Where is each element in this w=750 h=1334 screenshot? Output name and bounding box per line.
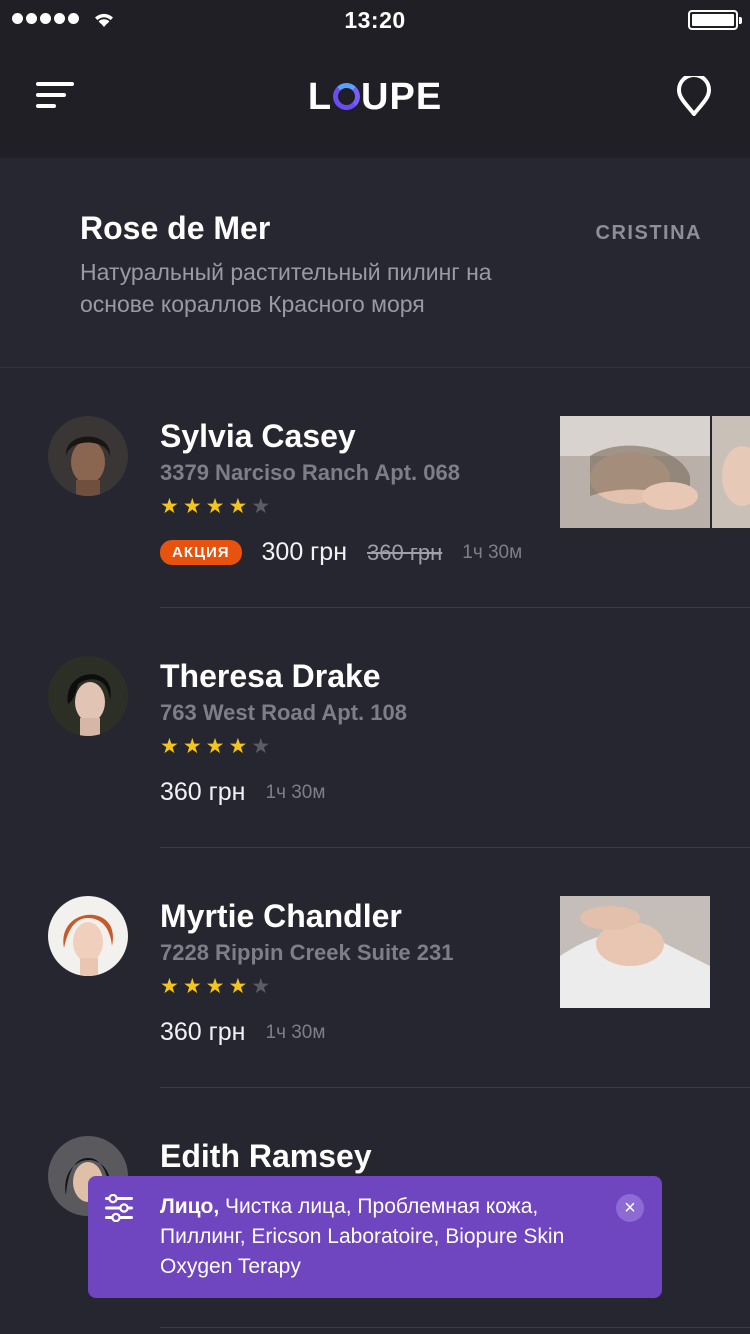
duration: 1ч 30м [462, 541, 523, 563]
service-photo[interactable] [560, 896, 710, 1008]
service-title: Rose de Mer [80, 210, 271, 246]
list-item[interactable]: Sylvia Casey 3379 Narciso Ranch Apt. 068… [0, 368, 750, 608]
battery-icon [688, 10, 742, 30]
price-row: 360 грн 1ч 30м [160, 778, 325, 807]
specialist-name: Theresa Drake [160, 658, 381, 694]
specialist-name: Edith Ramsey [160, 1138, 372, 1174]
filter-toast[interactable]: Лицо, Чистка лица, Проблемная кожа, Пилл… [88, 1176, 662, 1298]
avatar [48, 416, 128, 496]
filter-summary: Лицо, Чистка лица, Проблемная кожа, Пилл… [160, 1195, 565, 1278]
avatar [48, 896, 128, 976]
service-description: Натуральный растительный пилинг на основ… [80, 259, 492, 317]
list-item[interactable]: Myrtie Chandler 7228 Rippin Creek Suite … [0, 848, 750, 1088]
specialist-address: 3379 Narciso Ranch Apt. 068 [160, 460, 460, 485]
old-price: 360 грн [367, 539, 443, 565]
filter-icon[interactable] [104, 1194, 134, 1222]
price: 360 грн [160, 1018, 246, 1046]
rating-stars: ★★★★★ [160, 735, 275, 758]
rating-stars: ★★★★★ [160, 975, 275, 998]
price: 300 грн [261, 538, 348, 566]
specialist-address: 7228 Rippin Creek Suite 231 [160, 940, 454, 965]
close-icon[interactable]: × [616, 1194, 644, 1222]
avatar [48, 656, 128, 736]
duration: 1ч 30м [265, 781, 326, 803]
price: 360 грн [160, 778, 246, 806]
map-pin-icon[interactable] [676, 76, 712, 116]
promo-badge: АКЦИЯ [160, 540, 242, 565]
status-bar: 13:20 [0, 0, 750, 40]
specialist-name: Sylvia Casey [160, 418, 356, 454]
app-logo: L UPE [307, 76, 443, 118]
rating-stars: ★★★★★ [160, 495, 275, 518]
service-header: Rose de Mer CRISTINA Натуральный растите… [0, 158, 750, 368]
specialist-name: Myrtie Chandler [160, 898, 402, 934]
service-photo[interactable] [712, 416, 750, 528]
price-row: АКЦИЯ 300 грн 360 грн 1ч 30м [160, 538, 522, 567]
list-item[interactable]: Theresa Drake 763 West Road Apt. 108 ★★★… [0, 608, 750, 848]
duration: 1ч 30м [265, 1021, 326, 1043]
specialist-address: 763 West Road Apt. 108 [160, 700, 407, 725]
divider [160, 1327, 750, 1328]
top-bar: 13:20 L UPE [0, 0, 750, 158]
price-row: 360 грн 1ч 30м [160, 1018, 325, 1047]
service-brand[interactable]: CRISTINA [596, 222, 702, 245]
screen: 13:20 L UPE Rose de Mer CRISTINA Натураль… [0, 0, 750, 1334]
status-time: 13:20 [344, 7, 406, 33]
service-photo[interactable] [560, 416, 710, 528]
